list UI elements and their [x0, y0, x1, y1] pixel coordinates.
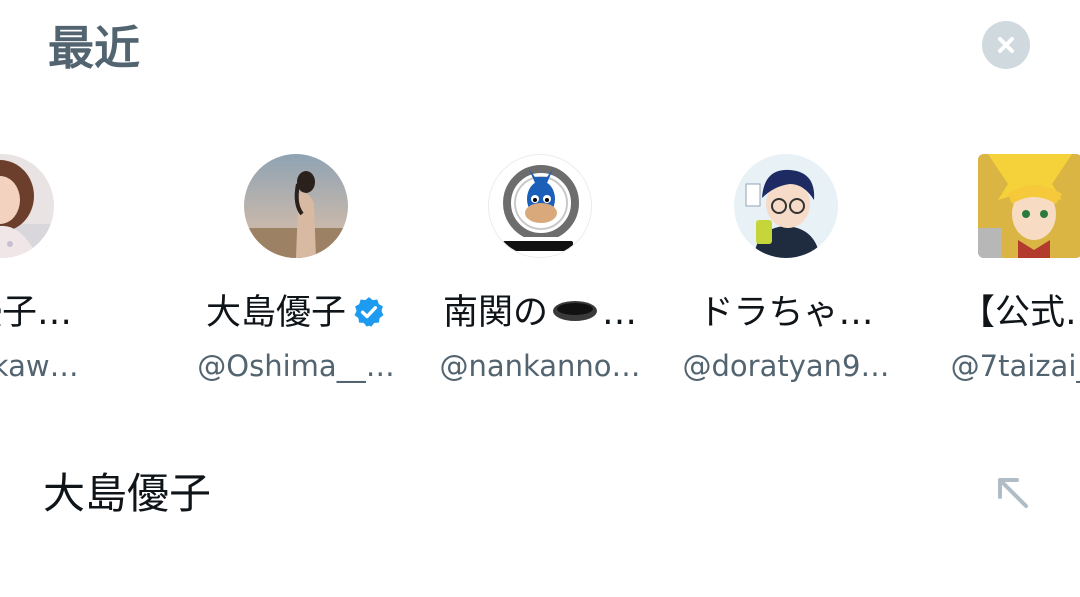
display-name-text: 大島優子 — [205, 293, 346, 333]
account-handle: @nankanno… — [439, 349, 641, 383]
account-display-name: 南関の … — [420, 290, 660, 336]
display-name-text: 【公式… — [959, 293, 1080, 333]
verified-badge-icon — [354, 297, 384, 327]
display-name-text: 島優子… — [0, 293, 72, 333]
recent-search-query: 大島優子 — [43, 469, 212, 518]
recent-account-card[interactable]: ドラちゃ… @doratyan9… — [666, 150, 906, 390]
recent-searches-panel: 最近 島優子… uko_kaw… — [0, 0, 1080, 597]
fill-search-button[interactable] — [988, 468, 1038, 518]
recent-accounts-carousel[interactable]: 島優子… uko_kaw… — [0, 150, 1080, 400]
account-display-name: 大島優子 — [176, 290, 416, 336]
account-handle: uko_kaw… — [0, 349, 79, 383]
account-avatar — [488, 154, 592, 258]
display-name-text: ドラちゃ… — [698, 293, 874, 333]
account-handle: @7taizai_0 — [950, 349, 1080, 383]
display-name-text: 南関の — [442, 293, 548, 333]
account-display-name: 【公式… — [910, 290, 1080, 336]
account-handle: @doratyan9… — [682, 349, 890, 383]
account-avatar — [734, 154, 838, 258]
close-icon — [998, 37, 1014, 53]
arrow-up-left-icon — [998, 478, 1028, 508]
account-avatar — [978, 154, 1080, 258]
account-avatar — [244, 154, 348, 258]
display-name-ellipsis: … — [602, 293, 637, 333]
clear-recent-button[interactable] — [982, 21, 1030, 69]
account-avatar — [0, 154, 54, 258]
hole-emoji-icon — [553, 301, 597, 321]
account-handle: @Oshima__… — [197, 349, 395, 383]
account-display-name: ドラちゃ… — [666, 290, 906, 336]
recent-account-card[interactable]: 島優子… uko_kaw… — [0, 150, 122, 390]
recent-search-item[interactable]: 大島優子 — [0, 450, 1080, 540]
recent-account-card[interactable]: 南関の … @nankanno… — [420, 150, 660, 390]
recent-account-card[interactable]: 大島優子 @Oshima__… — [176, 150, 416, 390]
recent-account-card[interactable]: 【公式… @7taizai_0 — [910, 150, 1080, 390]
account-display-name: 島優子… — [0, 290, 122, 336]
section-title: 最近 — [48, 21, 140, 75]
